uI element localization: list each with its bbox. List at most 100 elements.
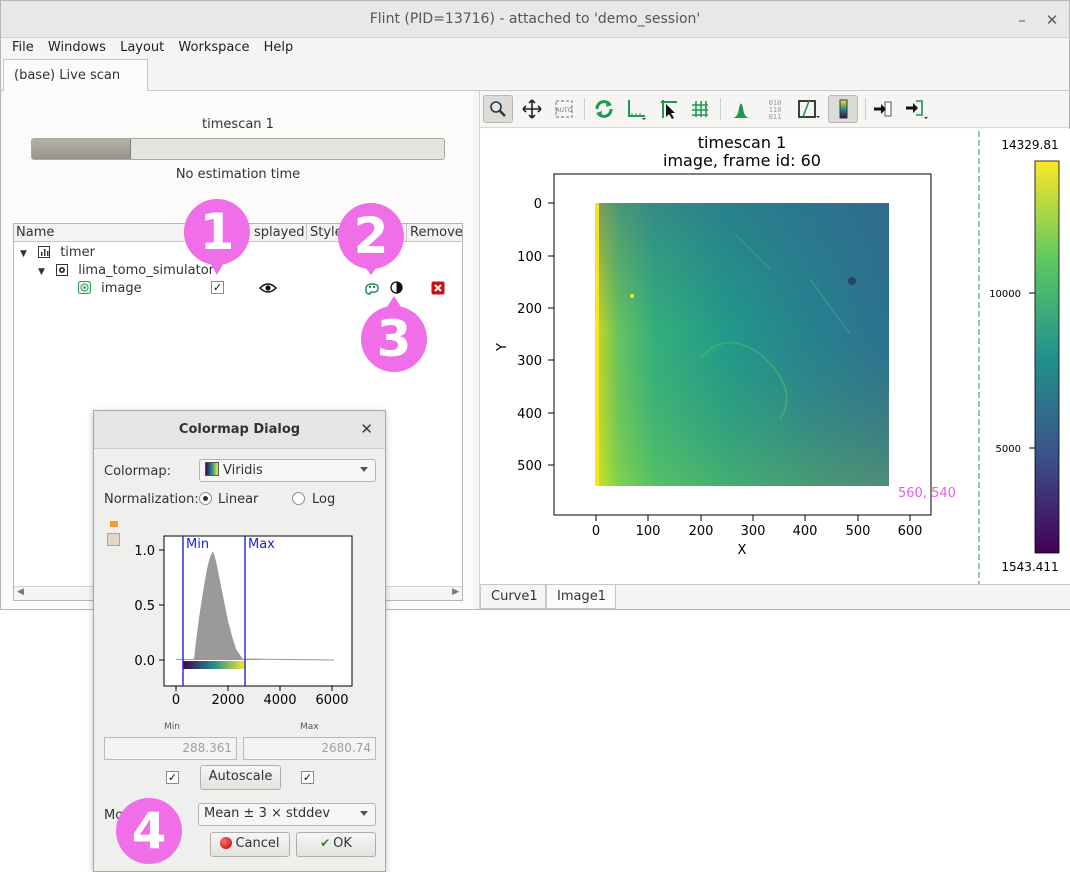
column-name[interactable]: Name <box>16 225 54 240</box>
hist-x-tick: 4000 <box>263 693 296 708</box>
min-autoscale-checkbox[interactable]: ✓ <box>166 771 179 784</box>
grid-button[interactable] <box>685 95 715 123</box>
histogram-toggle-icon[interactable] <box>110 521 118 527</box>
annotation-number: 2 <box>353 207 389 265</box>
tree-label-timer: timer <box>60 245 95 260</box>
column-remove[interactable]: Remove <box>410 225 463 240</box>
min-caption: Min <box>164 722 180 732</box>
x-tick-label: 100 <box>636 524 661 539</box>
cancel-icon <box>220 837 233 849</box>
autoscale-mode-select[interactable]: Mean ± 3 × stddev <box>198 803 376 826</box>
viridis-swatch-icon <box>205 462 219 476</box>
tab-live-scan[interactable]: (base) Live scan <box>3 59 148 91</box>
displayed-checkbox[interactable]: ✓ <box>211 281 224 294</box>
tree-label-image: image <box>101 281 142 296</box>
remove-icon[interactable] <box>431 281 445 295</box>
x-axis-label: X <box>738 543 747 558</box>
export-button[interactable] <box>902 95 932 123</box>
tab-image1[interactable]: Image1 <box>546 585 616 609</box>
autoscale-button[interactable]: AUTO <box>549 95 579 123</box>
annotation-bubble-3: 3 <box>361 296 427 372</box>
grid-icon <box>692 101 708 117</box>
collapse-arrow-icon[interactable]: ▼ <box>38 267 45 277</box>
colorbar-tick-label: 5000 <box>996 444 1021 455</box>
close-icon[interactable]: ✕ <box>360 420 373 438</box>
histogram-colormap-strip <box>183 661 245 669</box>
menu-windows[interactable]: Windows <box>48 38 106 55</box>
annotation-bubble-4: 4 <box>116 798 182 864</box>
dialog-title: Colormap Dialog <box>178 422 301 437</box>
colorbar-tick-label: 10000 <box>989 289 1021 300</box>
axes-icon <box>628 100 646 120</box>
ok-button[interactable]: ✔ OK <box>296 832 376 857</box>
collapse-arrow-icon[interactable]: ▼ <box>20 249 27 259</box>
crosshair-cursor-button[interactable] <box>653 95 683 123</box>
hist-x-tick: 0 <box>172 693 180 708</box>
image-dark-spot <box>848 277 856 285</box>
autoscale-button[interactable]: Autoscale <box>200 765 281 790</box>
camera-icon <box>56 264 69 276</box>
zoom-tool-button[interactable] <box>483 95 513 123</box>
y-tick-label: 100 <box>517 250 542 265</box>
plot-toolbar: AUTO 010 110 011 <box>480 91 1069 128</box>
plot-canvas[interactable]: timescan 1 image, frame id: 60 0 100 200… <box>480 129 1070 584</box>
colorbar-button[interactable] <box>828 95 858 123</box>
pan-tool-button[interactable] <box>517 95 547 123</box>
plot-pane: AUTO 010 110 011 timescan 1 image, frame… <box>479 91 1070 609</box>
colorbar[interactable] <box>1034 160 1060 554</box>
hist-x-tick: 2000 <box>211 693 244 708</box>
min-field[interactable]: 288.361 <box>104 737 237 760</box>
magnifier-icon <box>490 101 506 117</box>
scroll-right-icon[interactable]: ▶ <box>452 587 459 597</box>
aspect-ratio-button[interactable] <box>794 95 824 123</box>
menu-layout[interactable]: Layout <box>120 38 164 55</box>
x-axis: 0 100 200 300 400 500 600 <box>592 515 922 539</box>
chevron-down-icon <box>360 811 368 816</box>
minimize-icon[interactable]: – <box>1011 9 1033 31</box>
colormap-value: Viridis <box>223 463 263 478</box>
plot-title-line1: timescan 1 <box>698 133 787 152</box>
cursor-icon <box>661 100 677 119</box>
log-radio[interactable] <box>292 492 305 505</box>
menu-workspace[interactable]: Workspace <box>178 38 249 55</box>
y-tick-label: 0 <box>534 197 542 212</box>
svg-text:011: 011 <box>769 113 782 120</box>
max-autoscale-checkbox[interactable]: ✓ <box>301 771 314 784</box>
cancel-button[interactable]: Cancel <box>210 832 290 857</box>
eye-icon[interactable] <box>259 282 277 294</box>
histogram-plot[interactable]: Min Max 1.0 0.5 0.0 0 2000 4000 6000 <box>114 531 384 721</box>
import-button[interactable] <box>868 95 898 123</box>
linear-label: Linear <box>218 492 259 507</box>
scan-progress-bar <box>31 138 445 160</box>
x-tick-label: 500 <box>846 524 871 539</box>
column-displayed[interactable]: splayed <box>254 225 305 240</box>
histogram-button[interactable] <box>726 95 756 123</box>
max-field[interactable]: 2680.74 <box>243 737 376 760</box>
hist-y-tick: 1.0 <box>134 544 155 559</box>
tab-curve1[interactable]: Curve1 <box>480 585 546 609</box>
style-icon[interactable] <box>364 281 380 295</box>
coordinate-readout: 560, 540 <box>898 486 956 501</box>
raw-data-button[interactable]: 010 110 011 <box>760 95 790 123</box>
plot-title-line2: image, frame id: 60 <box>663 151 821 170</box>
chart-icon <box>38 246 51 258</box>
menu-help[interactable]: Help <box>264 38 294 55</box>
tree-row-timer[interactable]: ▼ timer <box>20 245 95 263</box>
scroll-left-icon[interactable]: ◀ <box>17 587 24 597</box>
auto-zoom-icon: AUTO <box>555 100 573 118</box>
x-tick-label: 300 <box>741 524 766 539</box>
aspect-icon <box>798 100 820 118</box>
tree-row-image[interactable]: image <box>78 281 142 299</box>
colormap-select[interactable]: Viridis <box>199 459 376 482</box>
hist-x-tick: 6000 <box>315 693 348 708</box>
plot-tabs: Curve1 Image1 <box>480 584 1070 609</box>
image-bright-spot <box>630 294 634 298</box>
refresh-button[interactable] <box>589 95 619 123</box>
annotation-number: 3 <box>376 310 412 368</box>
image-bright-edge <box>595 203 599 486</box>
image-plot[interactable]: timescan 1 image, frame id: 60 0 100 200… <box>480 129 1070 584</box>
close-window-icon[interactable]: ✕ <box>1041 9 1063 31</box>
linear-radio[interactable] <box>199 492 212 505</box>
menu-file[interactable]: File <box>12 38 34 55</box>
axis-options-button[interactable] <box>621 95 651 123</box>
